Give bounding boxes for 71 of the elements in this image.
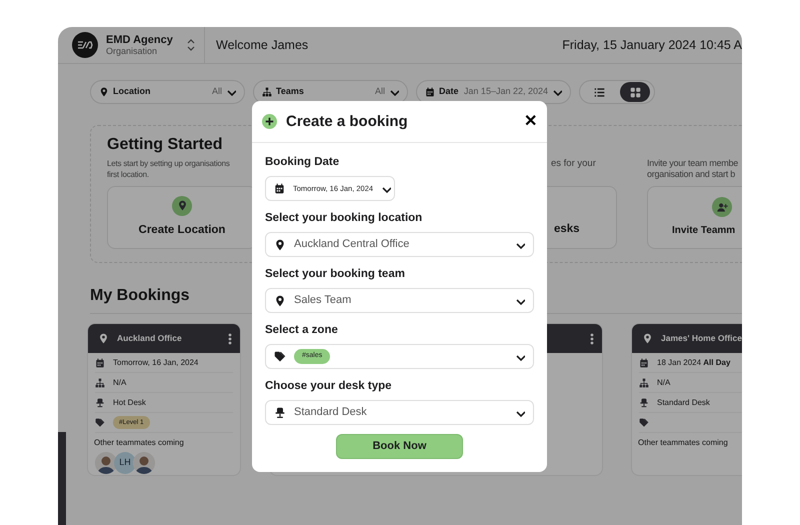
calendar-icon bbox=[425, 87, 435, 97]
location-pin-icon bbox=[274, 238, 286, 250]
tag-icon bbox=[639, 418, 649, 428]
kebab-menu-icon[interactable] bbox=[590, 332, 594, 344]
location-pin-icon bbox=[274, 294, 286, 306]
avatar: LH bbox=[114, 452, 136, 474]
location-pin-icon bbox=[98, 333, 109, 344]
section-title: My Bookings bbox=[90, 286, 190, 306]
action-label: esks bbox=[554, 222, 580, 237]
logo-mark-icon bbox=[77, 40, 93, 50]
location-pin-icon bbox=[99, 87, 109, 97]
org-chart-icon bbox=[639, 378, 649, 388]
field-label: Select your booking location bbox=[265, 211, 424, 226]
grid-view-button[interactable] bbox=[620, 82, 650, 102]
filter-value: All bbox=[374, 85, 385, 98]
dialog-title: Create a booking bbox=[286, 112, 408, 130]
filter-dropdown[interactable]: Location All bbox=[90, 80, 245, 104]
team-text: N/A bbox=[113, 376, 126, 388]
location-pin-icon bbox=[642, 333, 653, 344]
action-label: Create Location bbox=[138, 222, 226, 238]
up-down-chevron-icon[interactable] bbox=[186, 39, 196, 51]
filter-label: Date bbox=[439, 85, 459, 98]
field-label: Select a zone bbox=[265, 323, 339, 338]
section-title: Getting Started bbox=[107, 135, 224, 155]
card-title: James' Home Office bbox=[661, 332, 742, 345]
calendar-icon bbox=[95, 358, 105, 368]
desk-type: Hot Desk bbox=[113, 396, 146, 408]
filter-label: Teams bbox=[276, 85, 304, 98]
date-time: Friday, 15 January 2024 10:45 A bbox=[562, 36, 742, 54]
close-button[interactable]: ✕ bbox=[524, 114, 537, 130]
description-text: es for your bbox=[550, 158, 597, 171]
chair-icon bbox=[639, 398, 649, 408]
filter-value: All bbox=[212, 85, 222, 98]
org-chart-icon bbox=[262, 87, 272, 97]
calendar-icon bbox=[639, 358, 649, 368]
teammates-label: Other teammates coming bbox=[94, 437, 185, 449]
dropdown-field[interactable]: Auckland Central Office bbox=[265, 232, 534, 257]
calendar-icon bbox=[274, 183, 285, 194]
card-title: Auckland Office bbox=[117, 332, 182, 345]
plus-icon bbox=[262, 114, 277, 129]
filter-label: Location bbox=[113, 85, 150, 98]
grid-icon bbox=[630, 86, 640, 98]
location-pin-icon bbox=[172, 196, 192, 216]
dropdown-field[interactable]: Standard Desk bbox=[265, 400, 534, 425]
tag-icon bbox=[274, 350, 286, 362]
action-card[interactable]: Invite Teamm bbox=[647, 186, 742, 249]
team-text: N/A bbox=[657, 376, 670, 388]
organisation-subtitle: Organisation bbox=[106, 46, 158, 56]
book-now-button[interactable]: Book Now bbox=[336, 434, 463, 459]
booking-date: 18 Jan 2024 All Day bbox=[657, 356, 730, 368]
filter-dropdown[interactable]: Date Jan 15–Jan 22, 2024 bbox=[416, 80, 571, 104]
org-chart-icon bbox=[95, 378, 105, 388]
welcome-text: Welcome James bbox=[215, 36, 308, 54]
description-text: Lets start by setting up organisations first location. bbox=[107, 158, 231, 181]
list-icon bbox=[594, 86, 604, 98]
field-label: Booking Date bbox=[265, 155, 340, 170]
desk-type: Standard Desk bbox=[657, 396, 710, 408]
field-label: Select your booking team bbox=[265, 267, 406, 282]
tag-icon bbox=[95, 418, 105, 428]
dropdown-field[interactable]: Sales Team bbox=[265, 288, 534, 313]
booking-date: Tomorrow, 16 Jan, 2024 bbox=[113, 356, 198, 368]
organisation-name: EMD Agency bbox=[106, 34, 173, 46]
chair-icon bbox=[95, 398, 105, 408]
description-text: Invite your team membe organisation and start b bbox=[647, 158, 740, 181]
field-label: Choose your desk type bbox=[265, 379, 393, 394]
teammates-label: Other teammates coming bbox=[638, 437, 729, 449]
filter-value: Jan 15–Jan 22, 2024 bbox=[464, 85, 548, 98]
chair-icon bbox=[274, 406, 286, 418]
action-label: Invite Teamm bbox=[672, 224, 736, 238]
kebab-menu-icon[interactable] bbox=[228, 332, 232, 344]
add-person-icon bbox=[712, 197, 732, 217]
